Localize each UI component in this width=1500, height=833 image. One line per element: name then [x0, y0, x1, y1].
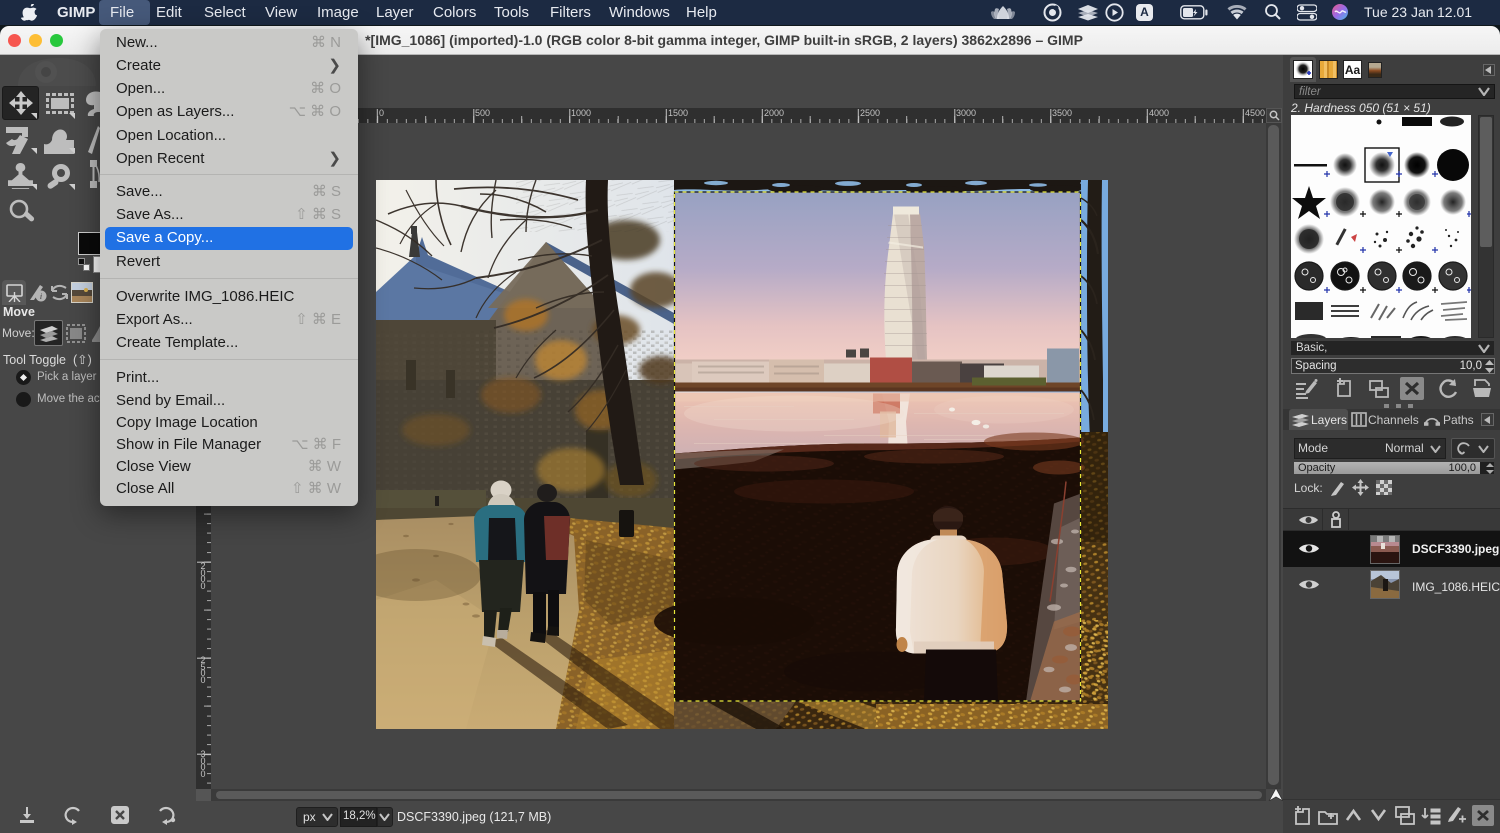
svg-text:i: i — [40, 292, 42, 301]
